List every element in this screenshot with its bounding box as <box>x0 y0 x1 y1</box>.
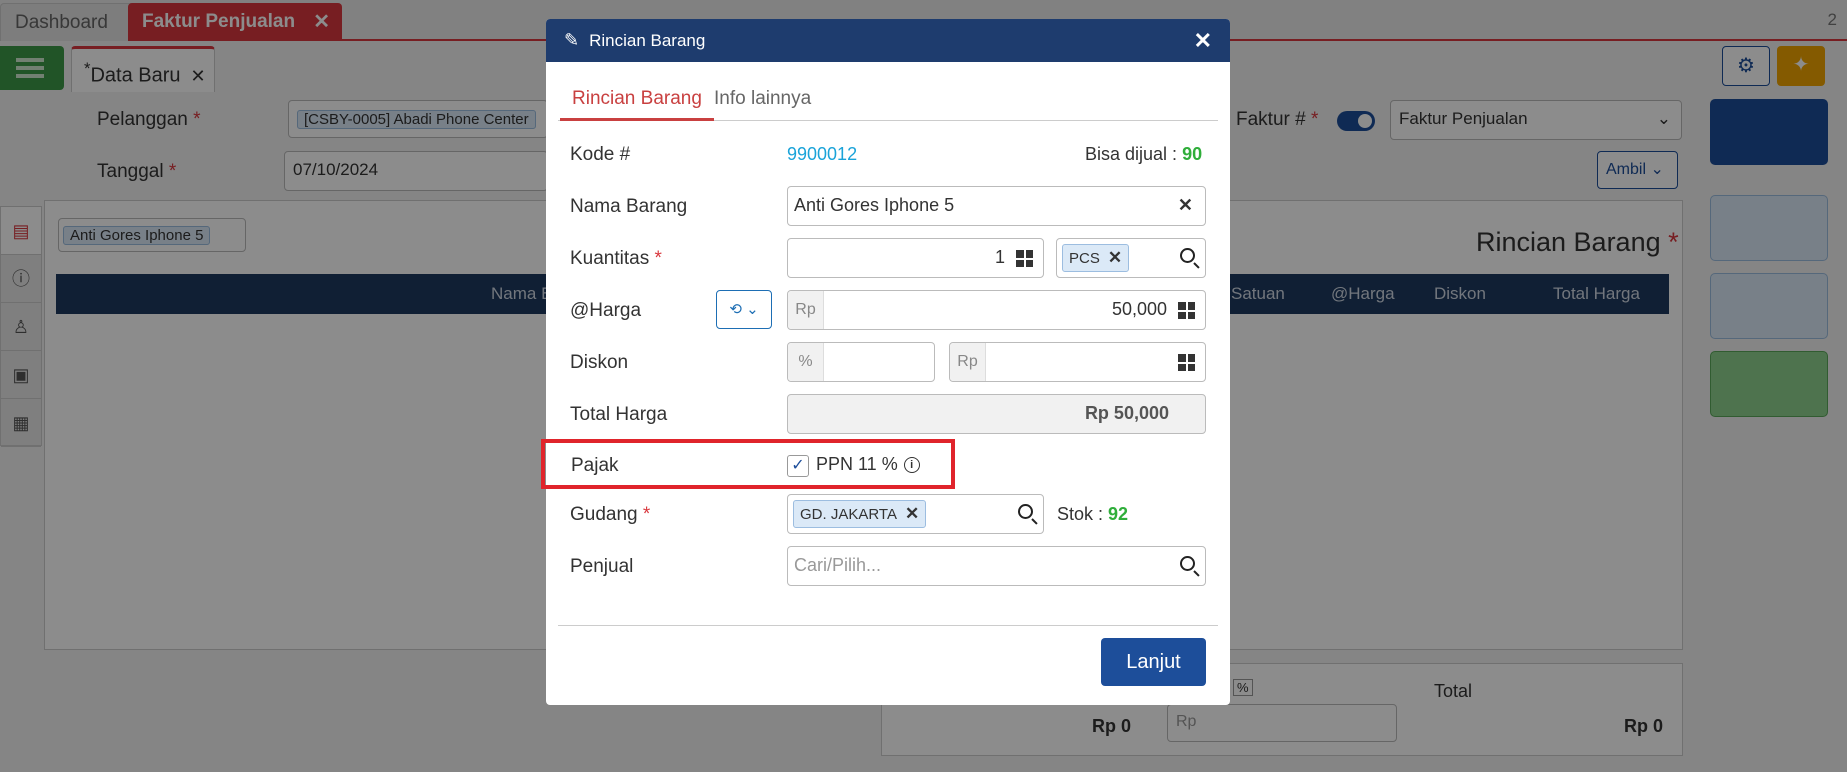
calculator-icon[interactable] <box>1016 250 1033 267</box>
pajak-label: Pajak <box>571 455 619 476</box>
tab-rincian-barang[interactable]: Rincian Barang <box>560 80 714 121</box>
ppn-checkbox[interactable]: ✓ <box>787 455 809 477</box>
search-icon[interactable] <box>1180 556 1195 571</box>
gudang-chip: GD. JAKARTA ✕ <box>793 500 927 528</box>
harga-input[interactable]: Rp 50,000 <box>787 290 1206 330</box>
info-icon[interactable]: i <box>903 457 920 473</box>
history-icon: ⟲ <box>729 301 742 318</box>
diskon-label: Diskon <box>570 352 629 373</box>
satuan-select[interactable]: PCS ✕ <box>1056 238 1206 278</box>
dialog-tabs: Rincian Barang Info lainnya <box>558 80 1218 121</box>
kode-value[interactable]: 9900012 <box>787 144 857 165</box>
diskon-percent-input[interactable]: % <box>787 342 935 382</box>
close-icon[interactable]: ✕ <box>1194 19 1212 62</box>
bisa-dijual: Bisa dijual : 90 <box>1085 144 1203 164</box>
search-icon[interactable] <box>1180 248 1195 263</box>
kuantitas-label: Kuantitas * <box>570 248 662 269</box>
satuan-chip: PCS ✕ <box>1062 244 1130 272</box>
diskon-amount-input[interactable]: Rp <box>949 342 1206 382</box>
clear-icon[interactable]: ✕ <box>1178 195 1193 216</box>
tab-info-lainnya[interactable]: Info lainnya <box>702 80 823 121</box>
total-harga-label: Total Harga <box>570 404 668 425</box>
calculator-icon[interactable] <box>1178 354 1195 371</box>
remove-icon[interactable]: ✕ <box>905 504 919 523</box>
total-harga-field: Rp 50,000 <box>787 394 1206 434</box>
lanjut-button[interactable]: Lanjut <box>1101 638 1206 686</box>
chevron-down-icon: ⌄ <box>746 301 759 318</box>
dialog-header: ✎ Rincian Barang ✕ <box>546 19 1230 62</box>
pencil-icon: ✎ <box>564 30 580 50</box>
penjual-label: Penjual <box>570 556 634 577</box>
stok-info: Stok : 92 <box>1057 504 1129 524</box>
ppn-option: PPN 11 % i <box>816 454 920 475</box>
nama-barang-input[interactable]: Anti Gores Iphone 5 ✕ <box>787 186 1206 226</box>
nama-barang-label: Nama Barang <box>570 196 688 217</box>
search-icon[interactable] <box>1018 504 1033 519</box>
calculator-icon[interactable] <box>1178 302 1195 319</box>
harga-label: @Harga <box>570 300 642 321</box>
kode-label: Kode # <box>570 144 631 165</box>
penjual-input[interactable]: Cari/Pilih... <box>787 546 1206 586</box>
gudang-select[interactable]: GD. JAKARTA ✕ <box>787 494 1044 534</box>
kuantitas-input[interactable]: 1 <box>787 238 1044 278</box>
dialog-divider <box>558 625 1218 626</box>
remove-icon[interactable]: ✕ <box>1108 248 1122 267</box>
gudang-label: Gudang * <box>570 504 651 525</box>
price-history-button[interactable]: ⟲ ⌄ <box>716 290 772 329</box>
